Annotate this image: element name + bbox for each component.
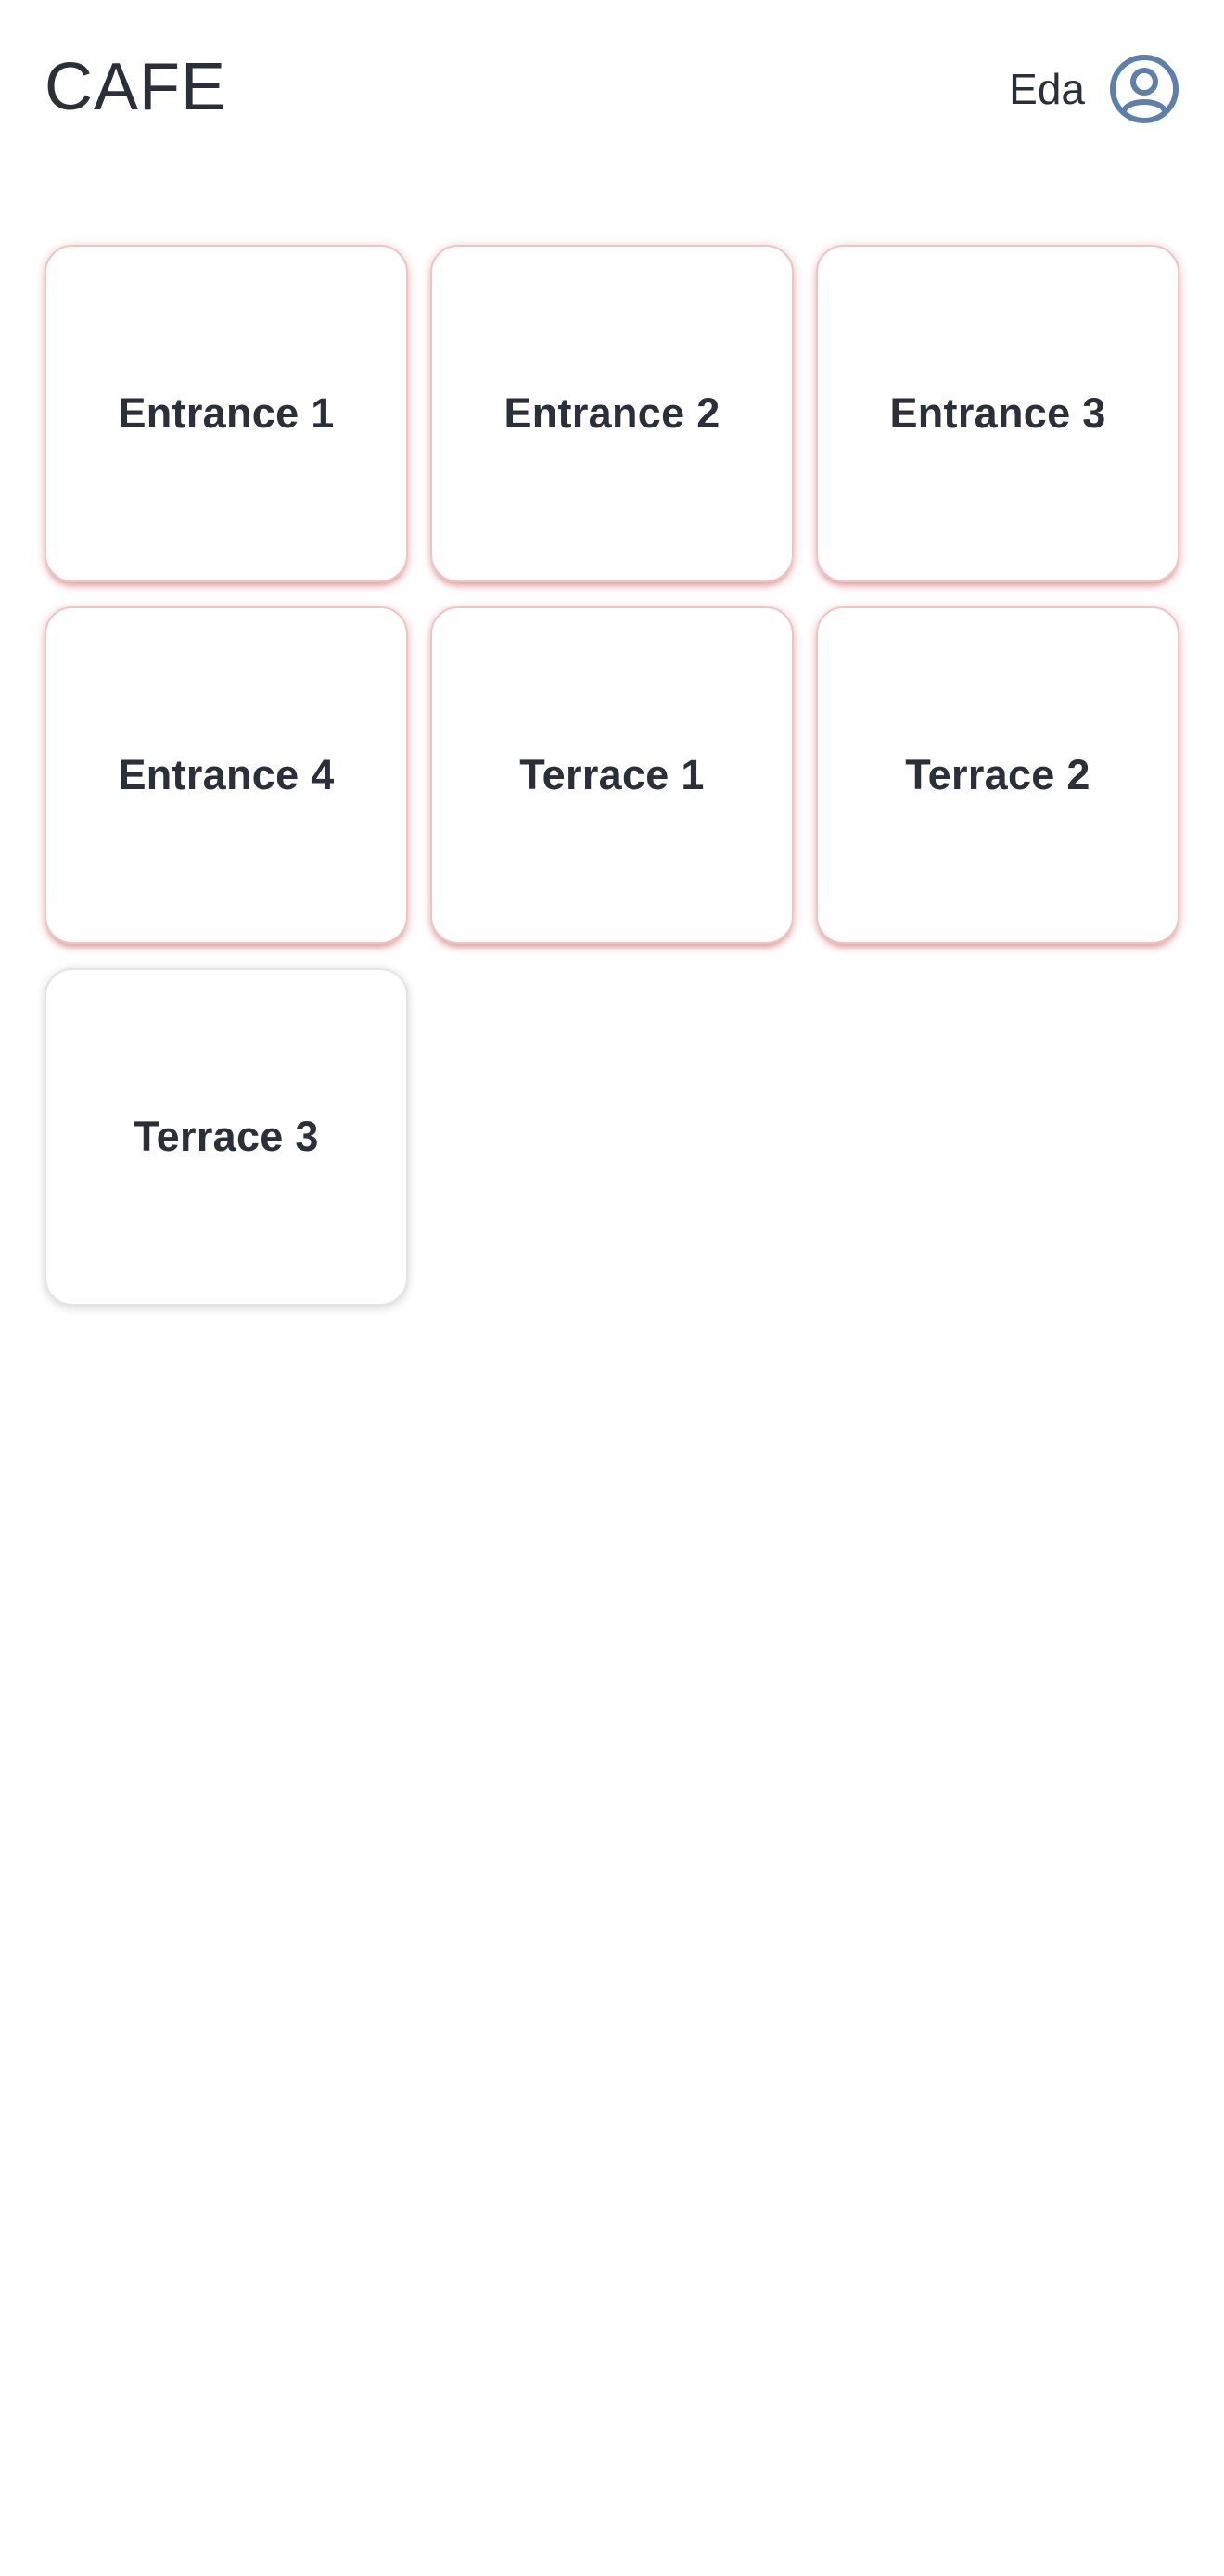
tile-entrance-2[interactable]: Entrance 2 — [430, 245, 794, 582]
tile-entrance-3[interactable]: Entrance 3 — [816, 245, 1179, 582]
tile-terrace-3[interactable]: Terrace 3 — [45, 968, 408, 1306]
tile-label: Entrance 3 — [889, 389, 1106, 437]
tile-terrace-2[interactable]: Terrace 2 — [816, 606, 1179, 944]
user-profile-button[interactable]: Eda — [1009, 54, 1179, 124]
tile-terrace-1[interactable]: Terrace 1 — [430, 606, 794, 944]
user-name: Eda — [1009, 65, 1085, 113]
tile-entrance-1[interactable]: Entrance 1 — [45, 245, 408, 582]
app-header: CAFE Eda — [0, 0, 1224, 185]
table-grid: Entrance 1 Entrance 2 Entrance 3 Entranc… — [45, 245, 1179, 1306]
tile-label: Terrace 2 — [905, 751, 1090, 798]
tile-label: Entrance 2 — [504, 389, 720, 437]
user-circle-icon — [1110, 55, 1179, 123]
tile-label: Entrance 1 — [118, 389, 335, 437]
tile-entrance-4[interactable]: Entrance 4 — [45, 606, 408, 944]
tile-label: Terrace 1 — [519, 751, 705, 798]
app-title: CAFE — [45, 50, 227, 124]
tile-label: Entrance 4 — [118, 751, 335, 798]
tile-label: Terrace 3 — [134, 1113, 319, 1160]
